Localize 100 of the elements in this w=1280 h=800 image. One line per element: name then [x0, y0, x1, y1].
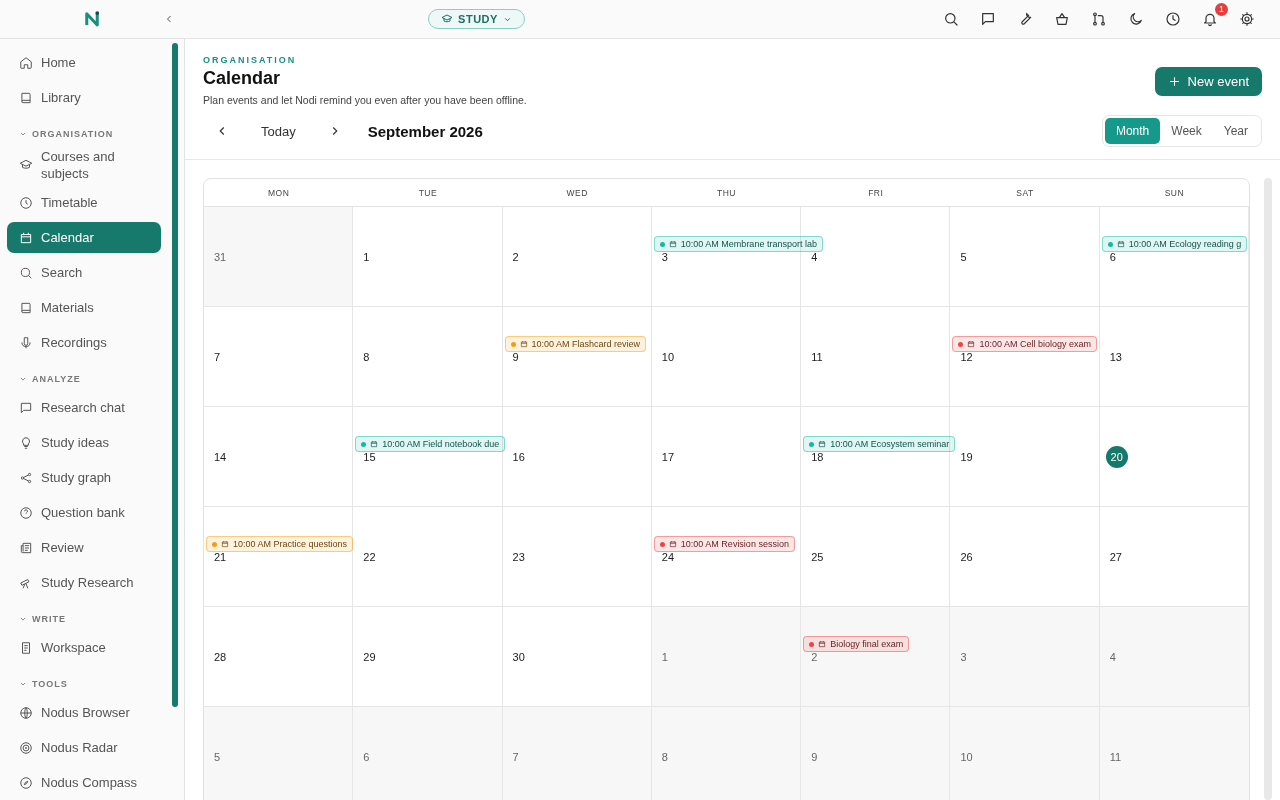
day-number: 14 — [214, 449, 228, 465]
chat-bubble-icon[interactable] — [980, 11, 996, 27]
event-label: 10:00 AM Cell biology exam — [979, 339, 1091, 349]
share-nodes-icon — [19, 470, 33, 485]
day-number: 20 — [1105, 445, 1128, 468]
day-cell[interactable]: 31 — [204, 207, 354, 306]
day-cell[interactable]: 5 — [204, 707, 354, 800]
nav-item[interactable]: Library — [7, 82, 161, 113]
basket-icon[interactable] — [1054, 11, 1070, 27]
day-number: 29 — [363, 649, 377, 665]
nav-item[interactable]: Study graph — [7, 462, 161, 493]
event-chip[interactable]: 10:00 AM Field notebook due — [355, 436, 506, 452]
git-branch-icon[interactable] — [1091, 11, 1107, 27]
section-header[interactable]: WRITE — [7, 600, 161, 630]
calendar-icon — [221, 540, 229, 548]
scrollbar-thumb[interactable] — [172, 43, 178, 707]
bell-icon[interactable] — [1202, 11, 1218, 27]
section-header[interactable]: ANALYZE — [7, 360, 161, 390]
page-description: Plan events and let Nodi remind you even after you have been offline. — [203, 94, 527, 106]
day-cell[interactable]: 8 — [651, 707, 802, 800]
nav-item[interactable]: Materials — [7, 292, 161, 323]
nav-item[interactable]: Timetable — [7, 187, 161, 218]
day-cell[interactable]: 9 — [801, 707, 951, 800]
day-number: 8 — [363, 349, 371, 365]
day-cell[interactable]: 10 — [950, 707, 1100, 800]
section-header[interactable]: ORGANISATION — [7, 115, 161, 145]
moon-icon[interactable] — [1128, 11, 1144, 27]
day-number: 2 — [512, 249, 520, 265]
microphone-icon — [19, 335, 33, 350]
day-number: 28 — [214, 649, 228, 665]
view-tab[interactable]: Week — [1160, 118, 1213, 144]
event-chip[interactable]: 10:00 AM Revision session — [653, 536, 795, 552]
nav-item[interactable]: Nodus Radar — [7, 732, 161, 763]
month-label: September 2026 — [367, 122, 483, 140]
search-icon[interactable] — [943, 11, 959, 27]
calendar-icon — [668, 540, 677, 548]
nav-item[interactable]: Nodus Compass — [7, 767, 161, 798]
plus-icon — [1167, 75, 1181, 88]
nav-item[interactable]: Review — [7, 532, 161, 563]
weekday-header: TUE — [417, 186, 439, 200]
day-cell[interactable]: 6 — [353, 707, 503, 800]
event-chip[interactable]: 10:00 AM Practice questions — [206, 536, 354, 552]
calendar-icon — [668, 240, 677, 248]
book-icon — [19, 300, 33, 315]
day-number: 30 — [512, 649, 526, 665]
chat-bubble-icon — [19, 400, 33, 415]
new-event-button[interactable]: New event — [1154, 67, 1262, 96]
nav-item[interactable]: Search — [7, 257, 161, 288]
mode-selector[interactable]: STUDY — [428, 9, 525, 29]
nav-item[interactable]: Nodus Browser — [7, 697, 161, 728]
day-number: 11 — [1109, 749, 1123, 765]
day-number: 15 — [363, 449, 377, 465]
weekday-header: SAT — [1015, 186, 1035, 200]
event-chip[interactable]: 10:00 AM Ecosystem seminar — [803, 436, 956, 452]
event-label: 10:00 AM Ecology reading g — [1128, 239, 1242, 249]
chevron-icon — [19, 615, 27, 623]
event-chip[interactable]: 10:00 AM Ecology reading g — [1101, 236, 1248, 252]
day-cell[interactable]: 3 — [950, 607, 1100, 706]
day-number: 1 — [661, 649, 669, 665]
nav-item[interactable]: Courses and subjects — [7, 147, 161, 183]
calendar-icon — [19, 230, 33, 245]
day-cell[interactable]: 4 — [1099, 607, 1249, 706]
clock-icon[interactable] — [1165, 11, 1181, 27]
search-icon — [19, 265, 33, 280]
day-number: 23 — [512, 549, 526, 565]
event-label: Biology final exam — [830, 639, 904, 649]
day-number: 22 — [363, 549, 377, 565]
event-label: 10:00 AM Field notebook due — [382, 439, 500, 449]
day-cell[interactable]: 7 — [502, 707, 652, 800]
view-tab[interactable]: Year — [1212, 118, 1259, 144]
nav-item[interactable]: Workspace — [7, 632, 161, 663]
day-number: 11 — [811, 349, 824, 365]
nav-item[interactable]: Recordings — [7, 327, 161, 358]
chevron-icon — [19, 375, 27, 383]
calendar-icon — [519, 340, 528, 348]
event-chip[interactable]: 10:00 AM Cell biology exam — [952, 336, 1097, 352]
event-chip[interactable]: Biology final exam — [803, 636, 910, 652]
event-chip[interactable]: 10:00 AM Flashcard review — [504, 336, 647, 352]
weekday-header: FRI — [867, 186, 885, 200]
nav-item[interactable]: Home — [7, 47, 161, 78]
day-number: 3 — [960, 649, 968, 665]
view-tab[interactable]: Month — [1104, 118, 1161, 144]
nav-item[interactable]: Research chat — [7, 392, 161, 423]
section-header[interactable]: TOOLS — [7, 665, 161, 695]
nav-item[interactable]: Question bank — [7, 497, 161, 528]
nav-item[interactable]: Study ideas — [7, 427, 161, 458]
settings-icon[interactable] — [1239, 11, 1255, 27]
day-cell[interactable]: 1 — [651, 607, 802, 706]
today-button[interactable]: Today — [255, 122, 302, 140]
day-cell[interactable]: 11 — [1099, 707, 1249, 800]
nav-item[interactable]: Study Research — [7, 567, 161, 598]
day-number: 2 — [811, 649, 819, 665]
event-chip[interactable]: 10:00 AM Membrane transport lab — [653, 236, 823, 252]
nav-item[interactable]: Calendar — [7, 222, 161, 253]
compass-icon — [19, 775, 33, 790]
day-number: 10 — [661, 349, 676, 365]
calendar-icon — [818, 640, 827, 648]
event-label: 10:00 AM Flashcard review — [531, 339, 641, 349]
day-number: 4 — [1109, 649, 1117, 665]
page-title: Calendar — [203, 68, 282, 89]
